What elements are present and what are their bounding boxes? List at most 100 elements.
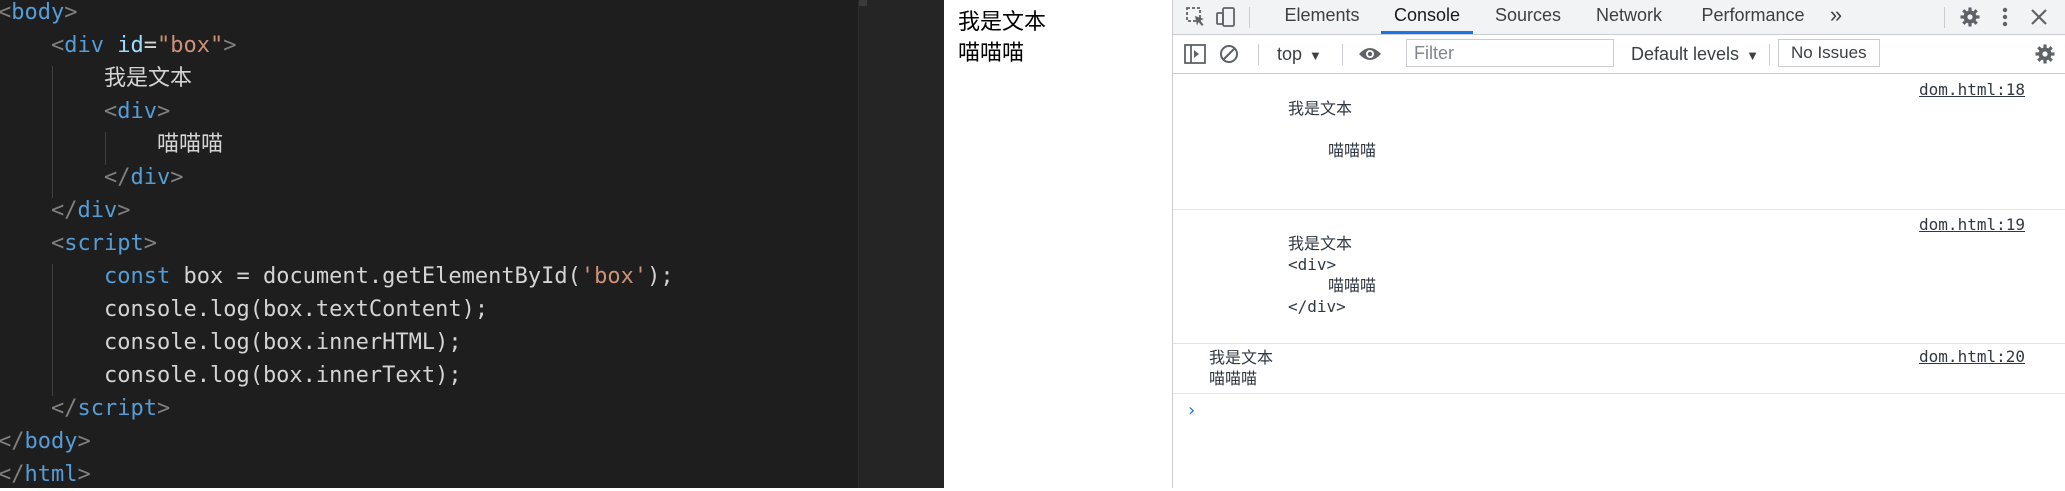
code-line-4[interactable]: <div>: [104, 95, 170, 128]
tag-name: html: [24, 462, 78, 487]
tab-sources[interactable]: Sources: [1483, 0, 1573, 34]
punct: =: [143, 33, 157, 58]
console-settings-icon[interactable]: [2031, 35, 2059, 73]
code-line-1[interactable]: <body>: [0, 0, 77, 29]
more-tabs-button[interactable]: »: [1821, 0, 1851, 34]
minimap-slider[interactable]: [859, 0, 867, 6]
attr-name: id: [117, 33, 144, 58]
code-line-12[interactable]: console.log(box.innerText);: [104, 359, 462, 392]
keyword: const: [104, 264, 171, 289]
punct: >: [157, 99, 171, 124]
log-levels-select[interactable]: Default levels ▼: [1631, 40, 1759, 68]
console-message: dom.html:18 我是文本 喵喵喵: [1173, 74, 2065, 210]
divider: [1249, 7, 1250, 28]
tag-name: div: [117, 99, 157, 124]
devtools-tabbar: Elements Console Sources Network Perform…: [1173, 0, 2065, 35]
log-text: 喵喵喵: [1328, 276, 1377, 295]
source-link[interactable]: dom.html:19: [1919, 215, 2025, 234]
divider: [1944, 7, 1945, 28]
device-toggle-icon[interactable]: [1213, 0, 1239, 34]
tag-name: script: [77, 396, 157, 421]
console-toolbar: top ▼ Default levels ▼ No Issues: [1173, 35, 2065, 74]
code-line-13[interactable]: </script>: [51, 392, 170, 425]
eye-icon[interactable]: [1355, 35, 1385, 73]
settings-icon[interactable]: [1957, 0, 1983, 34]
code-line-6[interactable]: </div>: [104, 161, 184, 194]
punct: >: [143, 231, 157, 256]
code-line-9[interactable]: const box = document.getElementById('box…: [104, 260, 674, 293]
punct: </: [104, 165, 131, 190]
tab-console[interactable]: Console: [1381, 0, 1473, 34]
tag-name: body: [24, 429, 78, 454]
log-text: 我是文本: [1288, 99, 1353, 118]
dropdown-arrow-icon: ▼: [1746, 48, 1759, 63]
punct: </: [51, 198, 78, 223]
code-editor[interactable]: <body> <div id="box"> 我是文本 <div> 喵喵喵 </d…: [0, 0, 945, 491]
punct: <: [104, 99, 118, 124]
punct: </: [0, 429, 25, 454]
divider: [1769, 44, 1770, 65]
tag-name: div: [64, 33, 104, 58]
console-message: dom.html:20 我是文本 喵喵喵: [1173, 343, 2065, 394]
console-message: dom.html:19 我是文本 <div> 喵喵喵 </div>: [1173, 209, 2065, 344]
attr-value: "box": [157, 33, 224, 58]
code-line-3[interactable]: 我是文本: [104, 62, 192, 95]
tag-name: body: [11, 0, 65, 25]
code-line-7[interactable]: </div>: [51, 194, 131, 227]
divider: [1342, 44, 1343, 65]
page-viewport: 我是文本 喵喵喵: [944, 0, 1172, 488]
inspect-icon[interactable]: [1183, 0, 1209, 34]
code-line-5[interactable]: 喵喵喵: [157, 128, 223, 161]
punct: >: [223, 33, 237, 58]
string-literal: 'box': [580, 264, 648, 289]
tag-name: script: [64, 231, 144, 256]
sidebar-toggle-icon[interactable]: [1181, 35, 1209, 73]
code-line-10[interactable]: console.log(box.textContent);: [104, 293, 488, 326]
indent-guide: [52, 66, 53, 198]
tab-performance[interactable]: Performance: [1689, 0, 1817, 34]
punct: >: [156, 396, 171, 421]
context-select-label: top: [1277, 44, 1303, 64]
close-icon[interactable]: [2026, 0, 2052, 34]
code-text: box = document.getElementById(: [170, 264, 581, 289]
console-output[interactable]: dom.html:18 我是文本 喵喵喵 dom.html:19 我是文本 <d…: [1173, 74, 2065, 488]
log-levels-label: Default levels: [1631, 44, 1740, 64]
punct: <: [0, 0, 12, 25]
code-line-11[interactable]: console.log(box.innerHTML);: [104, 326, 462, 359]
indent-guide: [52, 264, 53, 396]
code-text: );: [647, 264, 674, 289]
code-text: console.log(box.innerHTML);: [104, 330, 462, 355]
kebab-menu-icon[interactable]: [1993, 0, 2017, 34]
source-link[interactable]: dom.html:18: [1919, 80, 2025, 99]
code-text: console.log(box.innerText);: [104, 363, 462, 388]
minimap[interactable]: [858, 0, 945, 488]
punct: >: [117, 198, 131, 223]
page-text-line: 喵喵喵: [958, 41, 1025, 66]
tag-name: div: [77, 198, 118, 223]
issues-button[interactable]: No Issues: [1778, 39, 1880, 67]
log-text: </div>: [1288, 297, 1346, 316]
tab-elements[interactable]: Elements: [1271, 0, 1373, 34]
clear-console-icon[interactable]: [1216, 35, 1242, 73]
punct: >: [170, 165, 184, 190]
devtools-panel: Elements Console Sources Network Perform…: [1172, 0, 2065, 488]
tab-network[interactable]: Network: [1581, 0, 1677, 34]
log-text: 喵喵喵: [1328, 141, 1377, 160]
code-line-15[interactable]: </html>: [0, 458, 91, 491]
log-text: 喵喵喵: [1209, 369, 1258, 388]
console-prompt-icon[interactable]: ›: [1186, 400, 1197, 421]
code-line-14[interactable]: </body>: [0, 425, 91, 458]
code-line-8[interactable]: <script>: [51, 227, 157, 260]
punct: >: [77, 429, 91, 454]
source-link[interactable]: dom.html:20: [1919, 347, 2025, 366]
tag-name: div: [130, 165, 171, 190]
punct: <: [51, 231, 65, 256]
text-node: 我是文本: [104, 66, 193, 91]
punct: </: [0, 462, 25, 487]
punct: </: [51, 396, 78, 421]
code-line-2[interactable]: <div id="box">: [51, 29, 236, 62]
context-select[interactable]: top ▼: [1277, 40, 1322, 68]
filter-input[interactable]: [1406, 39, 1614, 67]
log-text: 我是文本: [1209, 348, 1274, 367]
code-text: console.log(box.textContent);: [104, 297, 489, 322]
